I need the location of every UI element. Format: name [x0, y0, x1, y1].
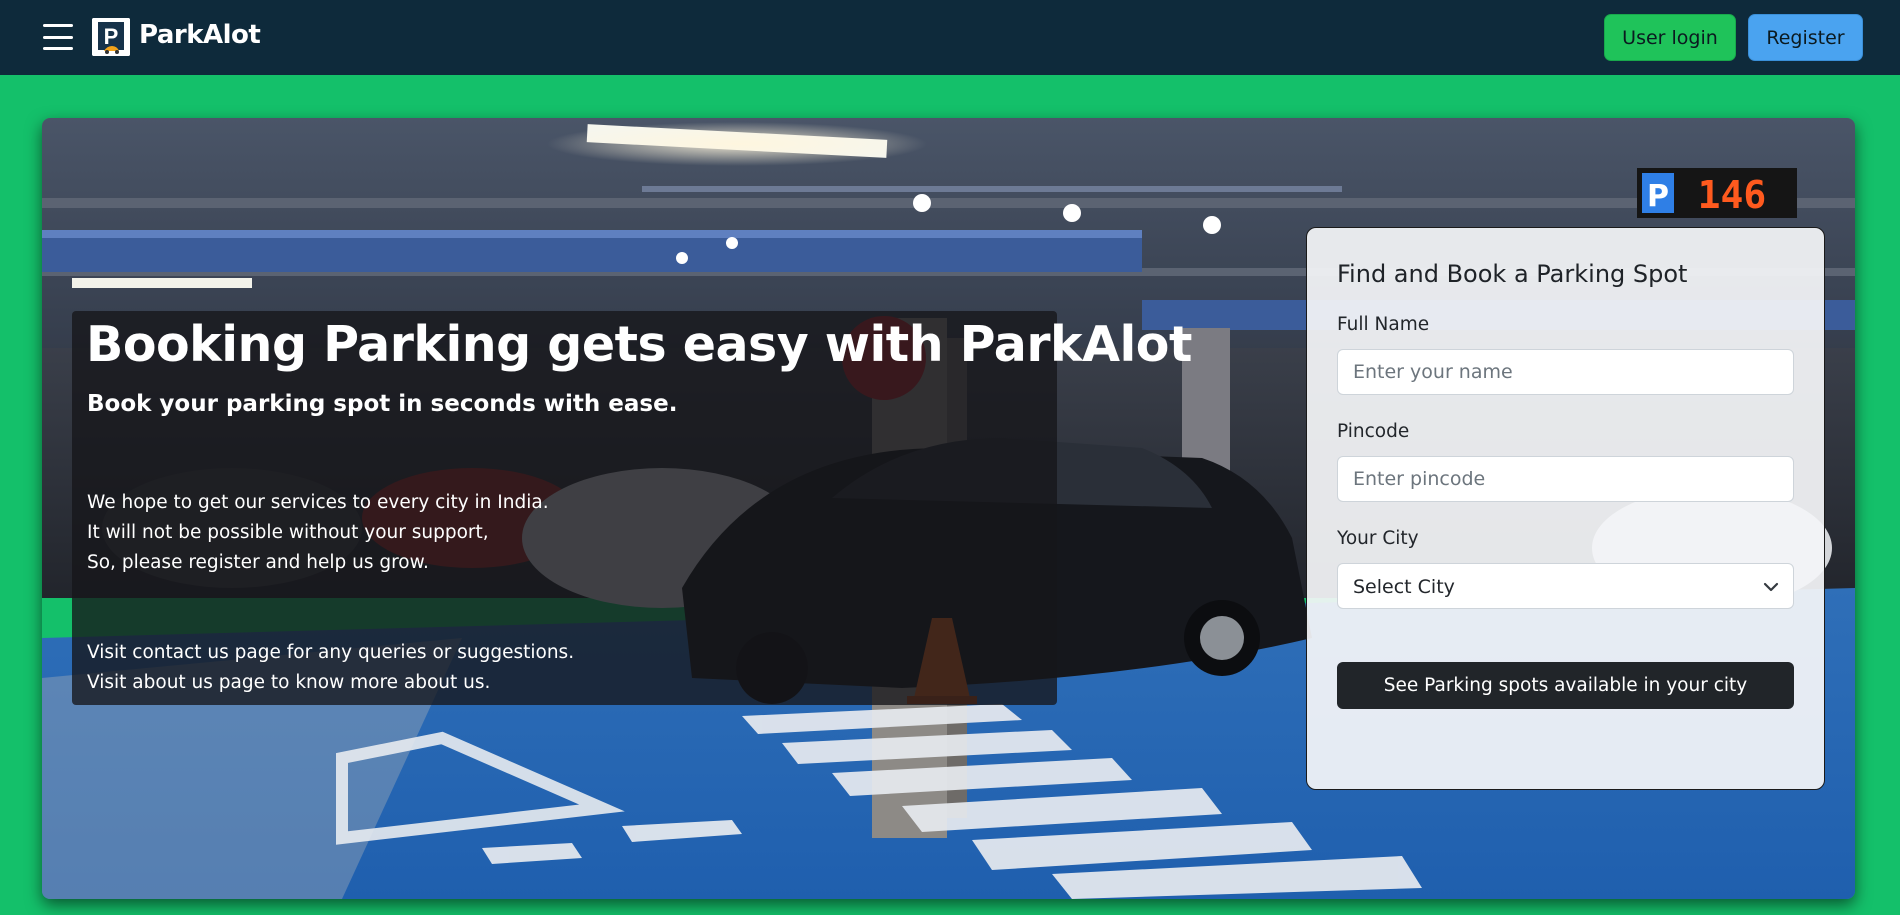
top-navbar: P ParkAlot User login Register: [0, 0, 1900, 75]
hero-text-line: Visit about us page to know more about u…: [87, 672, 491, 693]
hero-title: Booking Parking gets easy with ParkAlot: [86, 316, 1192, 373]
booking-form-card: Find and Book a Parking Spot Full Name P…: [1306, 227, 1825, 790]
hero-banner: P 146 Booking Parking gets easy with Par…: [42, 118, 1855, 899]
svg-text:P: P: [104, 24, 119, 49]
form-title: Find and Book a Parking Spot: [1337, 260, 1688, 288]
hero-text-line: So, please register and help us grow.: [87, 552, 429, 573]
menu-icon[interactable]: [43, 24, 73, 50]
register-button[interactable]: Register: [1748, 14, 1863, 61]
brand-name[interactable]: ParkAlot: [139, 20, 261, 50]
pincode-label: Pincode: [1337, 421, 1410, 442]
svg-text:P: P: [1647, 179, 1669, 214]
user-login-button[interactable]: User login: [1604, 14, 1736, 61]
full-name-label: Full Name: [1337, 314, 1430, 335]
hero-text-line: We hope to get our services to every cit…: [87, 492, 549, 513]
led-count: 146: [1698, 173, 1767, 217]
hero-text-line: It will not be possible without your sup…: [87, 522, 489, 543]
city-label: Your City: [1337, 528, 1419, 549]
see-parking-spots-button[interactable]: See Parking spots available in your city: [1337, 662, 1794, 709]
city-select-value: Select City: [1353, 576, 1455, 598]
city-select[interactable]: Select City: [1337, 563, 1794, 609]
parkalot-logo[interactable]: P: [92, 18, 130, 56]
pincode-input[interactable]: [1337, 456, 1794, 502]
full-name-input[interactable]: [1337, 349, 1794, 395]
hero-subtitle: Book your parking spot in seconds with e…: [87, 391, 678, 417]
hero-text-line: Visit contact us page for any queries or…: [87, 642, 575, 663]
chevron-down-icon: [1763, 582, 1779, 592]
